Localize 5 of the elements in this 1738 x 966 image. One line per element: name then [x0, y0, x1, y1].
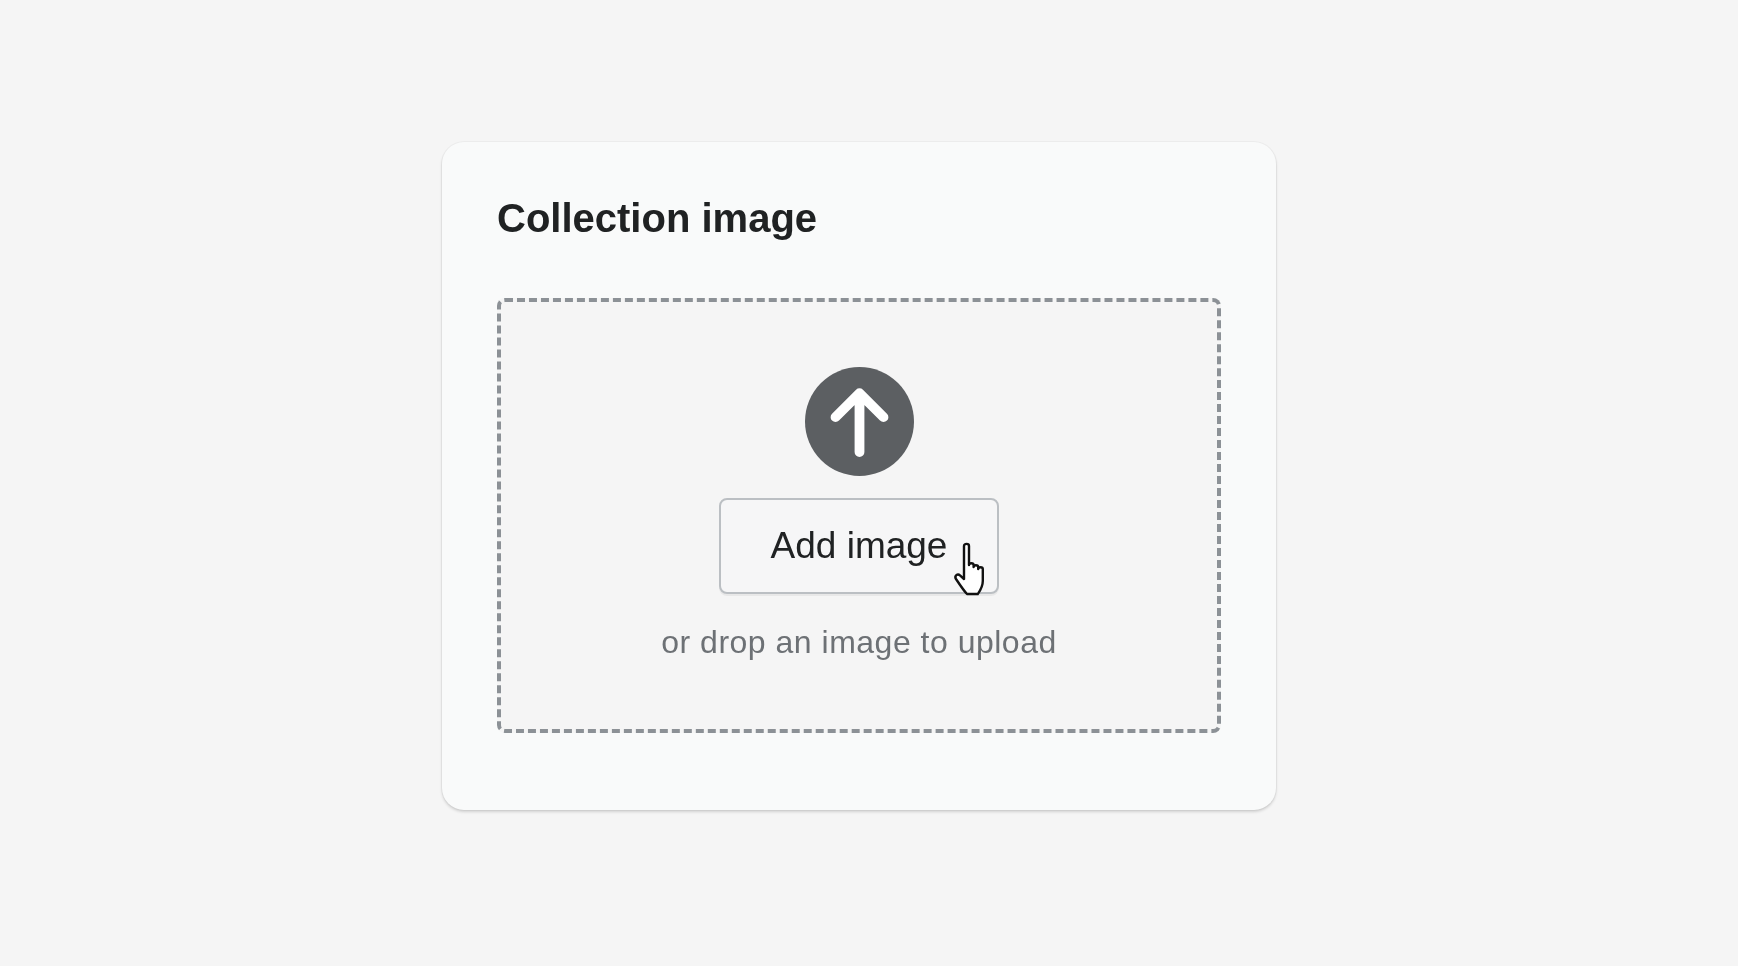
- upload-icon: [804, 367, 914, 476]
- drop-zone[interactable]: Add image or drop an image to upload: [497, 298, 1221, 733]
- card-title: Collection image: [497, 195, 819, 242]
- drop-hint: or drop an image to upload: [661, 623, 1057, 662]
- add-image-button[interactable]: Add image: [719, 498, 999, 594]
